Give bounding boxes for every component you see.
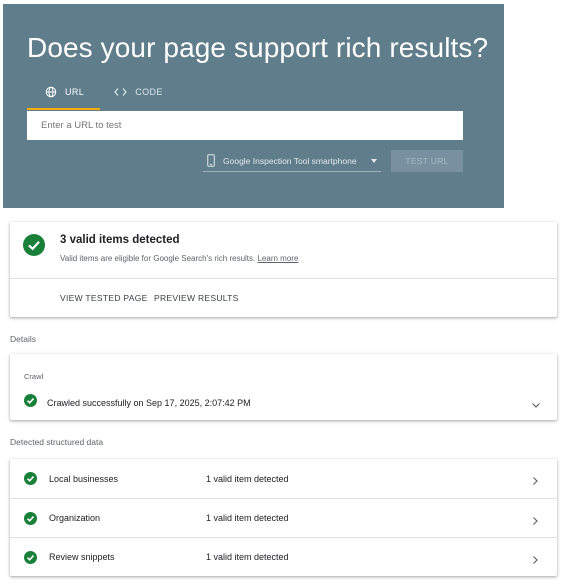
- chevron-down-icon: [371, 159, 377, 163]
- structured-item-name: Review snippets: [49, 552, 115, 562]
- check-circle-icon: [23, 234, 45, 261]
- hero-banner: Does your page support rich results? URL…: [3, 4, 504, 208]
- tab-url-label: URL: [65, 87, 85, 97]
- check-circle-icon: [24, 472, 37, 490]
- input-mode-tabs: URL CODE: [27, 86, 179, 110]
- summary-card: 3 valid items detected Valid items are e…: [10, 222, 557, 317]
- crawl-status-row: Crawled successfully on Sep 17, 2025, 2:…: [24, 394, 251, 412]
- code-icon: [114, 86, 128, 98]
- device-select-value: Google Inspection Tool smartphone: [223, 155, 357, 166]
- crawl-card[interactable]: Crawl Crawled successfully on Sep 17, 20…: [10, 354, 557, 420]
- view-tested-page-button[interactable]: VIEW TESTED PAGE: [60, 293, 148, 303]
- structured-item-count: 1 valid item detected: [206, 552, 289, 562]
- divider: [10, 278, 557, 279]
- chevron-right-icon: [532, 552, 539, 570]
- chevron-right-icon: [532, 513, 539, 531]
- crawl-heading: Crawl: [24, 372, 44, 381]
- structured-item-count: 1 valid item detected: [206, 513, 289, 523]
- tab-code-label: CODE: [135, 87, 163, 97]
- structured-item-count: 1 valid item detected: [206, 473, 289, 484]
- page-title: Does your page support rich results?: [27, 32, 489, 63]
- preview-results-button[interactable]: PREVIEW RESULTS: [154, 293, 239, 303]
- expand-chevron-icon[interactable]: [531, 396, 541, 414]
- structured-data-card: Local businesses 1 valid item detected O…: [10, 459, 557, 576]
- learn-more-link[interactable]: Learn more: [257, 254, 298, 263]
- structured-item-name: Local businesses: [49, 473, 119, 484]
- device-select[interactable]: Google Inspection Tool smartphone: [203, 150, 381, 172]
- structured-item-local-businesses[interactable]: Local businesses 1 valid item detected: [10, 459, 557, 498]
- summary-title: 3 valid items detected: [60, 234, 180, 246]
- crawl-status: Crawled successfully on Sep 17, 2025, 2:…: [47, 398, 251, 408]
- structured-data-section-label: Detected structured data: [10, 437, 104, 447]
- summary-subtitle: Valid items are eligible for Google Sear…: [60, 254, 298, 263]
- chevron-right-icon: [532, 473, 539, 491]
- check-circle-icon: [24, 512, 37, 530]
- structured-item-name: Organization: [49, 513, 101, 523]
- smartphone-icon: [207, 154, 215, 167]
- structured-item-review-snippets[interactable]: Review snippets 1 valid item detected: [10, 537, 557, 576]
- structured-item-organization[interactable]: Organization 1 valid item detected: [10, 498, 557, 537]
- globe-icon: [45, 86, 57, 98]
- details-section-label: Details: [10, 334, 36, 344]
- check-circle-icon: [24, 551, 37, 569]
- check-circle-icon: [24, 394, 37, 412]
- tab-url[interactable]: URL: [27, 86, 101, 110]
- test-url-button[interactable]: TEST URL: [391, 150, 463, 172]
- url-input[interactable]: [27, 111, 463, 140]
- summary-subtitle-text: Valid items are eligible for Google Sear…: [60, 254, 256, 263]
- tab-code[interactable]: CODE: [100, 86, 179, 110]
